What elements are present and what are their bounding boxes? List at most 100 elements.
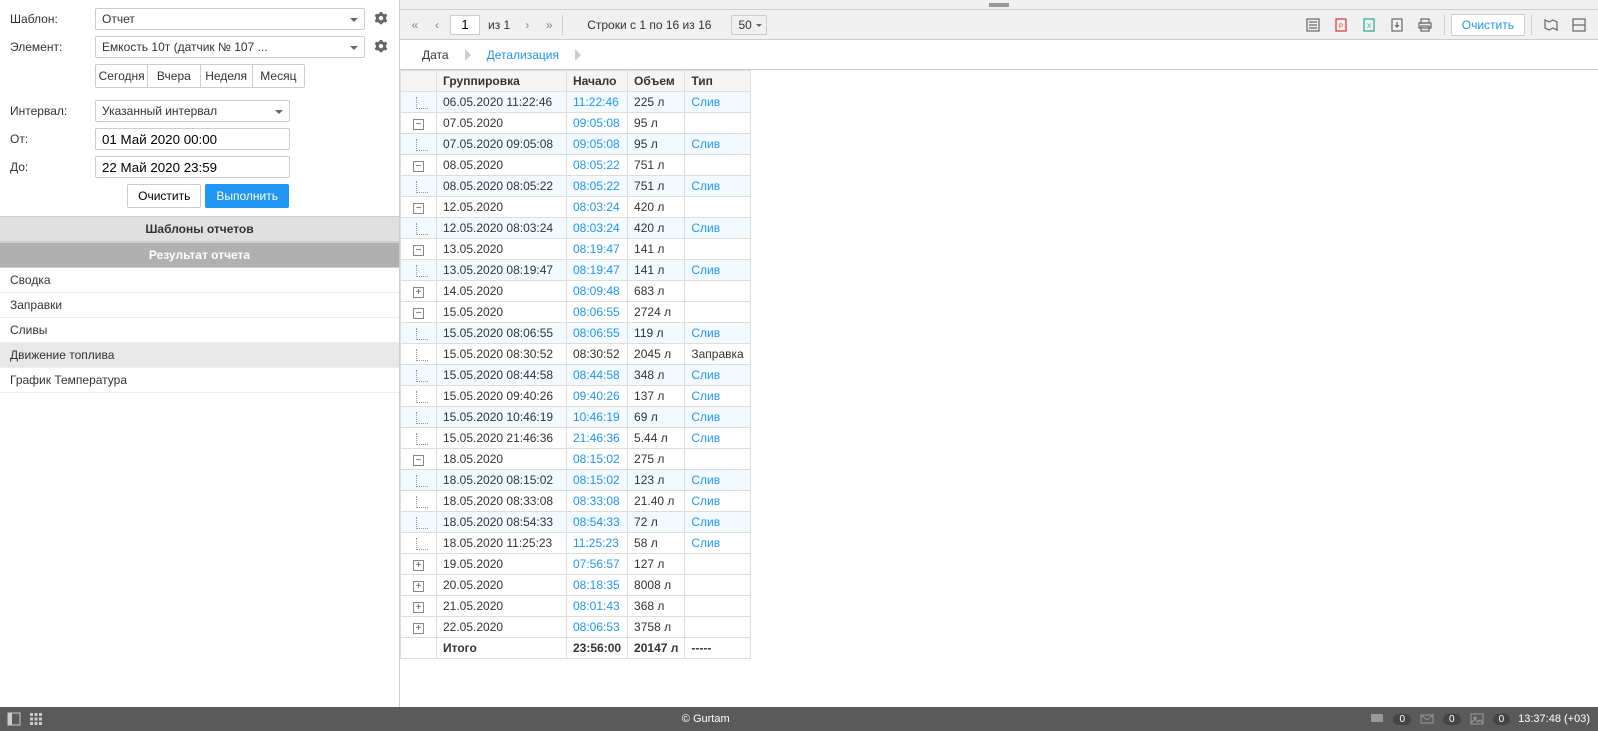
cell-start[interactable]: 08:05:22 — [567, 176, 628, 197]
table-row[interactable]: −18.05.202008:15:02275 л — [401, 449, 751, 470]
table-row[interactable]: −12.05.202008:03:24420 л — [401, 197, 751, 218]
col-type-header[interactable]: Тип — [685, 71, 750, 92]
table-row[interactable]: −13.05.202008:19:47141 л — [401, 239, 751, 260]
table-row[interactable]: −07.05.202009:05:0895 л — [401, 113, 751, 134]
cell-type[interactable]: Слив — [685, 134, 750, 155]
table-row[interactable]: 06.05.2020 11:22:4611:22:46225 лСлив — [401, 92, 751, 113]
cell-start[interactable]: 11:25:23 — [567, 533, 628, 554]
cell-start[interactable]: 07:56:57 — [567, 554, 628, 575]
col-tree-header[interactable] — [401, 71, 437, 92]
cell-type[interactable]: Слив — [685, 176, 750, 197]
expand-icon[interactable]: + — [413, 287, 424, 298]
cell-start[interactable]: 09:05:08 — [567, 134, 628, 155]
table-row[interactable]: 15.05.2020 09:40:2609:40:26137 лСлив — [401, 386, 751, 407]
quick-today[interactable]: Сегодня — [96, 65, 148, 87]
cell-type[interactable]: Слив — [685, 323, 750, 344]
panel-icon[interactable] — [6, 711, 22, 727]
cell-start[interactable]: 08:06:53 — [567, 617, 628, 638]
cell-type[interactable]: Слив — [685, 407, 750, 428]
table-row[interactable]: +21.05.202008:01:43368 л — [401, 596, 751, 617]
export-file-icon[interactable] — [1384, 14, 1410, 36]
cell-start[interactable]: 11:22:46 — [567, 92, 628, 113]
tab-date[interactable]: Дата — [408, 41, 463, 69]
image-icon[interactable] — [1469, 711, 1485, 727]
table-row[interactable]: 13.05.2020 08:19:4708:19:47141 лСлив — [401, 260, 751, 281]
collapse-icon[interactable]: − — [413, 203, 424, 214]
cell-type[interactable]: Слив — [685, 512, 750, 533]
templates-header[interactable]: Шаблоны отчетов — [0, 216, 399, 242]
image-badge[interactable]: 0 — [1493, 714, 1511, 725]
print-icon[interactable] — [1412, 14, 1438, 36]
grid-icon[interactable] — [28, 711, 44, 727]
mail-icon[interactable] — [1419, 711, 1435, 727]
mail-badge[interactable]: 0 — [1443, 714, 1461, 725]
table-row[interactable]: −08.05.202008:05:22751 л — [401, 155, 751, 176]
table-row[interactable]: 15.05.2020 08:44:5808:44:58348 лСлив — [401, 365, 751, 386]
execute-button[interactable]: Выполнить — [205, 184, 289, 208]
quick-month[interactable]: Месяц — [253, 65, 304, 87]
chat-badge[interactable]: 0 — [1393, 714, 1411, 725]
result-item[interactable]: Движение топлива — [0, 343, 399, 368]
cell-type[interactable]: Слив — [685, 470, 750, 491]
table-row[interactable]: 12.05.2020 08:03:2408:03:24420 лСлив — [401, 218, 751, 239]
cell-type[interactable]: Слив — [685, 218, 750, 239]
result-item[interactable]: График Температура — [0, 368, 399, 393]
template-select[interactable]: Отчет — [95, 8, 365, 30]
split-handle[interactable] — [400, 0, 1598, 10]
cell-type[interactable]: Слив — [685, 260, 750, 281]
page-next-icon[interactable]: › — [518, 16, 536, 34]
result-item[interactable]: Заправки — [0, 293, 399, 318]
result-item[interactable]: Сливы — [0, 318, 399, 343]
cell-start[interactable]: 08:15:02 — [567, 449, 628, 470]
cell-start[interactable]: 09:40:26 — [567, 386, 628, 407]
cell-start[interactable]: 08:05:22 — [567, 155, 628, 176]
col-volume-header[interactable]: Объем — [628, 71, 685, 92]
cell-start[interactable]: 08:33:08 — [567, 491, 628, 512]
cell-type[interactable]: Слив — [685, 428, 750, 449]
table-row[interactable]: +14.05.202008:09:48683 л — [401, 281, 751, 302]
table-scroll[interactable]: Группировка Начало Объем Тип 06.05.2020 … — [400, 70, 1598, 707]
cell-start[interactable]: 08:01:43 — [567, 596, 628, 617]
page-last-icon[interactable]: » — [540, 16, 558, 34]
table-row[interactable]: 15.05.2020 08:06:5508:06:55119 лСлив — [401, 323, 751, 344]
wrench-icon[interactable] — [373, 39, 389, 55]
table-row[interactable]: 18.05.2020 11:25:2311:25:2358 лСлив — [401, 533, 751, 554]
tab-detail[interactable]: Детализация — [473, 41, 573, 69]
cell-type[interactable]: Слив — [685, 365, 750, 386]
cell-start[interactable]: 08:19:47 — [567, 260, 628, 281]
page-input[interactable] — [450, 15, 480, 35]
cell-start[interactable]: 08:54:33 — [567, 512, 628, 533]
export-pdf-icon[interactable]: P — [1328, 14, 1354, 36]
cell-start[interactable]: 09:05:08 — [567, 113, 628, 134]
cell-start[interactable]: 08:09:48 — [567, 281, 628, 302]
table-row[interactable]: +20.05.202008:18:358008 л — [401, 575, 751, 596]
wrench-icon[interactable] — [373, 11, 389, 27]
element-select[interactable]: Емкость 10т (датчик № 107 ... — [95, 36, 365, 58]
clear-button[interactable]: Очистить — [127, 184, 201, 208]
cell-start[interactable]: 08:06:55 — [567, 323, 628, 344]
collapse-icon[interactable]: − — [413, 308, 424, 319]
expand-icon[interactable]: + — [413, 581, 424, 592]
table-row[interactable]: +22.05.202008:06:533758 л — [401, 617, 751, 638]
toolbar-clear-button[interactable]: Очистить — [1451, 14, 1525, 36]
cell-start[interactable]: 21:46:36 — [567, 428, 628, 449]
cell-start[interactable]: 08:19:47 — [567, 239, 628, 260]
collapse-icon[interactable]: − — [413, 245, 424, 256]
page-first-icon[interactable]: « — [406, 16, 424, 34]
page-prev-icon[interactable]: ‹ — [428, 16, 446, 34]
collapse-icon[interactable]: − — [413, 119, 424, 130]
quick-week[interactable]: Неделя — [201, 65, 253, 87]
page-size-select[interactable]: 50 — [731, 15, 766, 35]
cell-type[interactable]: Слив — [685, 386, 750, 407]
layout-icon[interactable] — [1566, 14, 1592, 36]
expand-icon[interactable]: + — [413, 623, 424, 634]
collapse-icon[interactable]: − — [413, 455, 424, 466]
map-icon[interactable] — [1538, 14, 1564, 36]
table-row[interactable]: 18.05.2020 08:15:0208:15:02123 лСлив — [401, 470, 751, 491]
collapse-icon[interactable]: − — [413, 161, 424, 172]
to-input[interactable] — [95, 156, 290, 178]
export-excel-icon[interactable]: X — [1356, 14, 1382, 36]
table-row[interactable]: −15.05.202008:06:552724 л — [401, 302, 751, 323]
quick-yesterday[interactable]: Вчера — [148, 65, 200, 87]
col-group-header[interactable]: Группировка — [437, 71, 567, 92]
